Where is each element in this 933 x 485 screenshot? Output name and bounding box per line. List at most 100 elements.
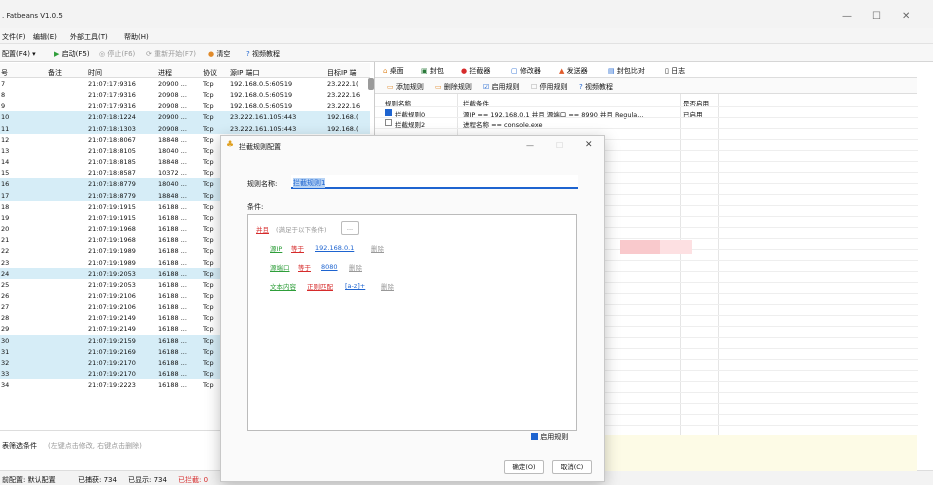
clear-button[interactable]: ● 清空	[208, 49, 230, 59]
enable-rule-button[interactable]: ☑ 启用规则	[483, 82, 520, 92]
maximize-button[interactable]: ☐	[872, 11, 881, 22]
table-cell: Tcp	[203, 236, 214, 245]
table-cell: 12	[1, 135, 10, 144]
table-cell: 21:07:19:1968	[88, 236, 136, 245]
cond-delete-link[interactable]: 删除	[381, 281, 394, 291]
table-cell: 16188 ...	[158, 269, 187, 278]
stop-label: 停止(F6)	[107, 50, 136, 58]
menu-file[interactable]: 文件(F)	[2, 32, 26, 42]
more-button[interactable]: ...	[341, 221, 359, 235]
menu-edit[interactable]: 编辑(E)	[33, 32, 57, 42]
col-header[interactable]: 目标IP 端	[327, 68, 357, 78]
tab-sender[interactable]: ▲ 发送器	[559, 66, 588, 76]
stop-button[interactable]: ◎ 停止(F6)	[99, 49, 135, 59]
config-button[interactable]: 配置(F4) ▾	[2, 49, 36, 59]
video-tutorial-button[interactable]: ? 视频教程	[579, 82, 613, 92]
table-cell: 21:07:19:1915	[88, 202, 136, 211]
table-cell: 17	[1, 191, 10, 200]
table-cell: Tcp	[203, 370, 214, 379]
col-header[interactable]: 进程	[158, 68, 172, 78]
ok-button[interactable]: 确定(O)	[504, 460, 544, 474]
rule-name-input[interactable]: 拦截规则1	[291, 175, 578, 189]
minimize-button[interactable]: —	[842, 11, 852, 22]
table-cell: 34	[1, 381, 10, 390]
cond-value-link[interactable]: [a-z]+	[345, 282, 365, 290]
rule-checkbox[interactable]	[385, 109, 392, 116]
col-header[interactable]: 源IP 端口	[230, 68, 260, 78]
disable-rule-button[interactable]: ☐ 停用规则	[531, 82, 568, 92]
table-cell: 20908 ...	[158, 102, 187, 111]
table-cell: 16188 ...	[158, 280, 187, 289]
table-cell: 18848 ...	[158, 191, 187, 200]
delete-rule-button[interactable]: ▭ 删除规则	[435, 82, 472, 92]
rule-checkbox[interactable]	[385, 119, 392, 126]
table-cell: 21:07:18:8779	[88, 180, 136, 189]
table-cell: 21:07:19:1989	[88, 258, 136, 267]
table-cell: 16188 ...	[158, 225, 187, 234]
dialog-close-button[interactable]: ✕	[585, 140, 593, 150]
rule-row[interactable]: 拦截规则2 进程名称 == console.exe	[375, 117, 918, 129]
tab-interceptor[interactable]: ● 拦截器	[461, 66, 490, 76]
table-row[interactable]: 9 21:07:17:9316 20908 ... Tcp 192.168.0.5:60…	[0, 100, 370, 111]
start-label: 启动(F5)	[61, 50, 90, 58]
group-operator-link[interactable]: 并且	[256, 224, 269, 234]
table-cell: 192.168.(	[327, 113, 359, 122]
enable-rule-checkbox[interactable]: 启用规则	[531, 432, 568, 442]
tab-desktop[interactable]: ⌂ 桌面	[383, 66, 404, 76]
tab-modifier[interactable]: ▢ 修改器	[511, 66, 541, 76]
tab-compare[interactable]: ▤ 封包比对	[608, 66, 645, 76]
menu-help[interactable]: 帮助(H)	[124, 32, 149, 42]
table-cell: Tcp	[203, 258, 214, 267]
table-cell: 7	[1, 80, 6, 88]
tab-label: 封包	[429, 67, 444, 75]
dialog-maximize-button[interactable]: ☐	[556, 141, 563, 150]
tab-packet[interactable]: ▣ 封包	[421, 66, 444, 76]
table-cell: 16	[1, 180, 10, 189]
col-header[interactable]: 时间	[88, 68, 102, 78]
filter-label: 表筛选条件	[2, 442, 37, 450]
cond-field-link[interactable]: 文本内容	[270, 281, 296, 291]
col-header[interactable]: 号	[1, 68, 8, 78]
table-row[interactable]: 8 21:07:17:9316 20908 ... Tcp 192.168.0.5:60…	[0, 89, 370, 100]
start-button[interactable]: ▶ 启动(F5)	[54, 49, 90, 59]
close-button[interactable]: ✕	[902, 11, 910, 22]
table-row[interactable]: 11 21:07:18:1303 20908 ... Tcp 23.222.161.10…	[0, 122, 370, 134]
add-rule-button[interactable]: ▭ 添加规则	[387, 82, 424, 92]
cond-delete-link[interactable]: 删除	[371, 243, 384, 253]
col-header[interactable]: 备注	[48, 68, 62, 78]
restart-button[interactable]: ⟳ 重新开始(F7)	[146, 49, 196, 59]
table-cell: 22	[1, 247, 10, 256]
table-cell: Tcp	[203, 336, 214, 345]
rule-name-label: 规则名称:	[247, 180, 278, 188]
cond-delete-link[interactable]: 删除	[349, 262, 362, 272]
delete-icon: ▭	[435, 83, 442, 91]
table-row[interactable]: 10 21:07:18:1224 20900 ... Tcp 23.222.161.10…	[0, 111, 370, 123]
tab-log[interactable]: ▯ 日志	[665, 66, 685, 76]
cancel-button[interactable]: 取消(C)	[552, 460, 592, 474]
table-cell: Tcp	[203, 247, 214, 256]
status-shown: 已显示: 734	[128, 476, 167, 484]
table-cell: Tcp	[203, 158, 214, 167]
table-cell: 32	[1, 358, 10, 367]
tab-label: 拦截器	[469, 67, 491, 75]
col-header[interactable]: 协议	[203, 68, 217, 78]
table-cell: 23.222.161.105:443	[230, 113, 297, 122]
cond-field-link[interactable]: 源IP	[270, 243, 282, 253]
table-row[interactable]: 7 21:07:17:9316 20900 ... Tcp 192.168.0.5:60…	[0, 78, 370, 89]
uncheck-icon: ☐	[531, 83, 538, 91]
tab-label: 日志	[671, 67, 686, 75]
menu-tools[interactable]: 外部工具(T)	[70, 32, 108, 42]
dialog-minimize-button[interactable]: —	[526, 141, 534, 150]
config-label: 配置(F4)	[2, 50, 30, 58]
table-cell: Tcp	[203, 325, 214, 334]
cond-value-link[interactable]: 192.168.0.1	[315, 244, 354, 252]
cond-field-link[interactable]: 源端口	[270, 262, 290, 272]
cond-value-link[interactable]: 8080	[321, 263, 338, 271]
table-cell: Tcp	[203, 202, 214, 211]
table-cell: 16188 ...	[158, 358, 187, 367]
cond-op-link[interactable]: 等于	[298, 262, 311, 272]
cond-op-link[interactable]: 正则匹配	[307, 281, 333, 291]
table-cell: 31	[1, 347, 10, 356]
cond-op-link[interactable]: 等于	[291, 243, 304, 253]
video-button[interactable]: ? 视频教程	[246, 49, 280, 59]
